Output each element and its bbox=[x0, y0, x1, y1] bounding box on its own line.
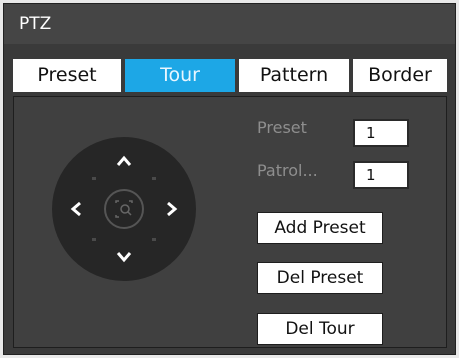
patrol-label: Patrol... bbox=[257, 161, 318, 180]
preset-label: Preset bbox=[257, 118, 307, 137]
arrow-down-icon[interactable] bbox=[116, 251, 132, 263]
panel-title: PTZ bbox=[4, 4, 455, 44]
patrol-input[interactable]: 1 bbox=[353, 161, 409, 189]
ptz-panel: PTZ Preset Tour Pattern Border Preset 1 … bbox=[3, 3, 456, 355]
del-tour-button[interactable]: Del Tour bbox=[257, 313, 383, 345]
add-preset-button[interactable]: Add Preset bbox=[257, 212, 383, 244]
tour-content: Preset 1 Patrol... 1 Add Preset Del Pres… bbox=[13, 96, 447, 348]
tab-preset[interactable]: Preset bbox=[13, 59, 121, 92]
arrow-left-icon[interactable] bbox=[70, 201, 82, 217]
arrow-right-icon[interactable] bbox=[166, 201, 178, 217]
del-preset-button[interactable]: Del Preset bbox=[257, 262, 383, 294]
zoom-box-icon[interactable] bbox=[104, 189, 144, 229]
direction-pad bbox=[52, 137, 196, 281]
tab-tour[interactable]: Tour bbox=[125, 59, 235, 92]
tab-bar: Preset Tour Pattern Border bbox=[13, 59, 447, 92]
preset-input[interactable]: 1 bbox=[353, 119, 409, 147]
arrow-up-icon[interactable] bbox=[116, 155, 132, 167]
tab-border[interactable]: Border bbox=[353, 59, 447, 92]
tab-pattern[interactable]: Pattern bbox=[239, 59, 349, 92]
